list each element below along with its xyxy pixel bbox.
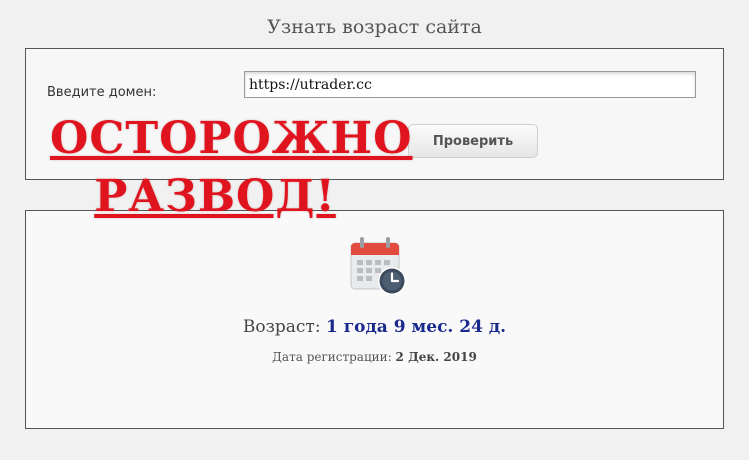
registration-line: Дата регистрации: 2 Дек. 2019 xyxy=(26,350,723,364)
age-line: Возраст: 1 года 9 мес. 24 д. xyxy=(26,317,723,337)
domain-label: Введите домен: xyxy=(47,85,157,100)
domain-input[interactable] xyxy=(244,71,696,98)
age-value: 1 года 9 мес. 24 д. xyxy=(325,317,507,337)
check-button[interactable]: Проверить xyxy=(408,124,538,158)
registration-value: 2 Дек. 2019 xyxy=(395,350,477,364)
registration-label: Дата регистрации: xyxy=(272,350,392,364)
result-panel: Возраст: 1 года 9 мес. 24 д. Дата регист… xyxy=(25,210,724,429)
warning-line-2: РАЗВОД! xyxy=(94,171,336,222)
scam-warning-stamp: ОСТОРОЖНО РАЗВОД! xyxy=(50,110,413,226)
page-title: Узнать возраст сайта xyxy=(267,16,482,38)
warning-line-1: ОСТОРОЖНО xyxy=(50,113,413,164)
calendar-clock-icon xyxy=(350,237,406,295)
age-label: Возраст: xyxy=(242,317,321,337)
